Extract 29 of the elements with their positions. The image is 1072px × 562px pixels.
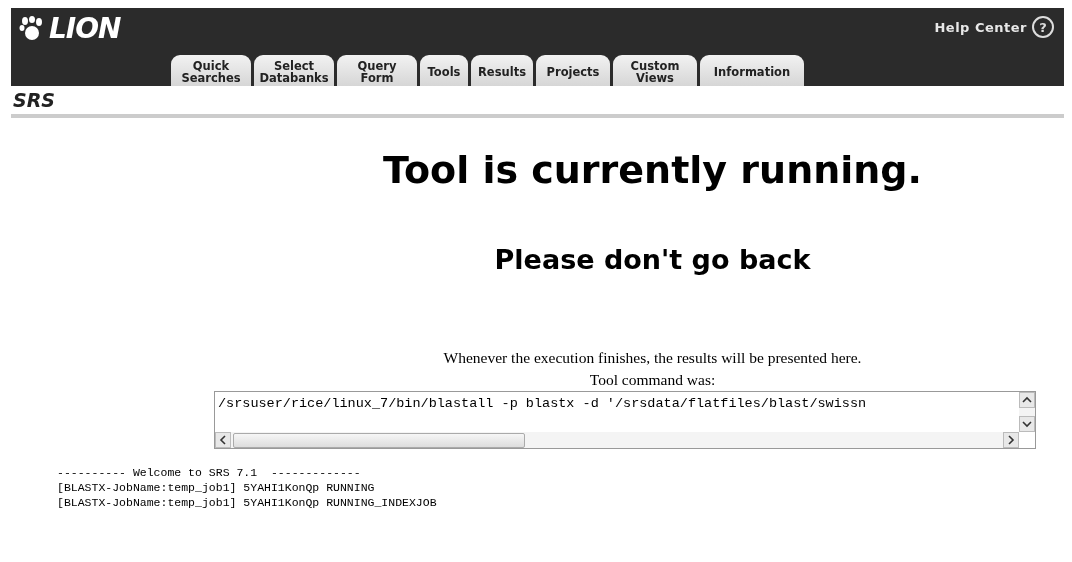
scroll-thumb[interactable] — [233, 432, 525, 448]
horizontal-scrollbar[interactable] — [215, 432, 1019, 448]
nav-tab[interactable]: Select Databanks — [254, 55, 334, 86]
status-message: Whenever the execution finishes, the results will be presented here. — [442, 348, 862, 368]
paw-icon — [19, 15, 45, 42]
page-heading: Tool is currently running. — [382, 148, 923, 192]
log-line: [BLASTX-JobName:temp_job1] 5YAHI1KonQp RUNNING — [57, 480, 376, 495]
vertical-scrollbar[interactable] — [1019, 392, 1035, 432]
log-line: [BLASTX-JobName:temp_job1] 5YAHI1KonQp RUNNING_INDEXJOB — [57, 495, 438, 510]
help-icon[interactable]: ? — [1032, 16, 1054, 38]
section-title: SRS — [11, 86, 1064, 118]
nav-tab[interactable]: Query Form — [337, 55, 417, 86]
logo-text: LION — [49, 12, 121, 45]
help-center-link[interactable]: Help Center — [934, 19, 1027, 35]
page-subheading: Please don't go back — [493, 244, 812, 275]
command-text: /srsuser/rice/linux_7/bin/blastall -p blastx -d '/srsdata/flatfiles/blast/swissn — [217, 395, 868, 413]
log-line: ---------- Welcome to SRS 7.1 ------------- — [57, 465, 362, 480]
nav-tab[interactable]: Information — [700, 55, 804, 86]
nav-tab[interactable]: Quick Searches — [171, 55, 251, 86]
nav-tab[interactable]: Projects — [536, 55, 610, 86]
scroll-right-icon[interactable] — [1003, 432, 1019, 448]
scroll-up-icon[interactable] — [1019, 392, 1035, 408]
nav-tab[interactable]: Results — [471, 55, 533, 86]
command-text-area[interactable]: /srsuser/rice/linux_7/bin/blastall -p blastx -d '/srsdata/flatfiles/blast/swissn — [214, 391, 1036, 449]
scroll-down-icon[interactable] — [1019, 416, 1035, 432]
scroll-left-icon[interactable] — [215, 432, 231, 448]
nav-tab[interactable]: Tools — [420, 55, 468, 86]
command-label: Tool command was: — [588, 370, 716, 390]
nav-tab[interactable]: Custom Views — [613, 55, 697, 86]
